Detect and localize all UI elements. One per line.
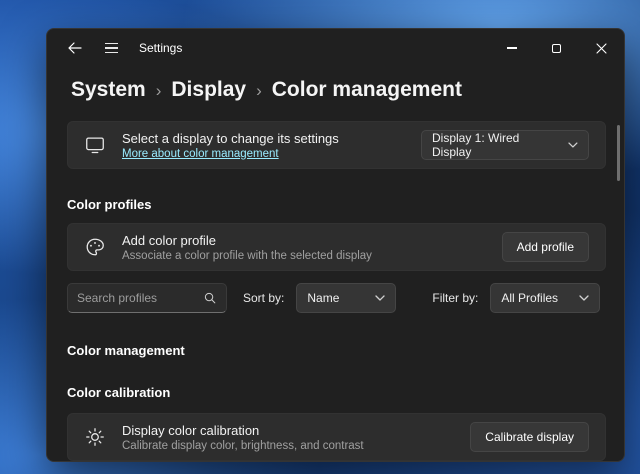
add-profile-button[interactable]: Add profile (501, 232, 589, 262)
desktop-wallpaper: Settings System › Display › Color manage… (0, 0, 640, 474)
add-profile-title: Add color profile (122, 232, 216, 248)
close-icon (596, 42, 607, 54)
chevron-down-icon (568, 142, 578, 148)
search-box[interactable] (67, 283, 227, 313)
more-about-color-management-link[interactable]: More about color management (122, 148, 339, 160)
minimize-button[interactable] (489, 29, 534, 67)
search-input[interactable] (77, 291, 203, 305)
settings-window: Settings System › Display › Color manage… (46, 28, 625, 462)
back-icon (68, 42, 82, 54)
back-button[interactable] (59, 34, 91, 62)
brightness-icon (86, 428, 104, 446)
minimize-icon (506, 47, 517, 49)
filter-dropdown[interactable]: All Profiles (490, 283, 601, 313)
display-dropdown[interactable]: Display 1: Wired Display (421, 130, 589, 160)
sort-dropdown[interactable]: Name (296, 283, 397, 313)
calibrate-display-button[interactable]: Calibrate display (470, 422, 589, 452)
breadcrumb-system[interactable]: System (71, 75, 146, 105)
add-profile-description: Associate a color profile with the selec… (122, 249, 372, 262)
display-card-title: Select a display to change its settings (122, 130, 339, 146)
display-dropdown-value: Display 1: Wired Display (432, 131, 520, 159)
color-management-heading: Color management (67, 343, 185, 358)
hamburger-icon (104, 42, 118, 54)
chevron-right-icon: › (155, 80, 162, 100)
profiles-toolbar: Sort by: Name Filter by: All Profiles (67, 283, 606, 313)
sort-by-label: Sort by: (243, 291, 285, 305)
chevron-right-icon: › (256, 80, 262, 100)
menu-button[interactable] (95, 34, 127, 62)
calibration-title: Display color calibration (122, 422, 260, 438)
breadcrumb-display[interactable]: Display (171, 75, 246, 105)
calibration-description: Calibrate display color, brightness, and… (122, 439, 364, 452)
monitor-icon (86, 137, 104, 154)
calibration-card: Display color calibration Calibrate disp… (67, 413, 606, 461)
filter-by-label: Filter by: (432, 291, 479, 305)
breadcrumb: System › Display › Color management (47, 67, 624, 105)
palette-icon (86, 238, 104, 256)
maximize-button[interactable] (534, 29, 579, 67)
color-calibration-heading: Color calibration (67, 385, 171, 400)
window-controls (489, 29, 624, 67)
add-profile-card: Add color profile Associate a color prof… (67, 223, 606, 271)
search-icon (204, 292, 216, 304)
calibration-text: Display color calibration Calibrate disp… (122, 423, 364, 452)
sort-dropdown-value: Name (307, 291, 340, 305)
display-select-card: Select a display to change its settings … (67, 121, 606, 169)
titlebar[interactable]: Settings (47, 29, 624, 67)
maximize-icon (552, 43, 561, 53)
chevron-down-icon (579, 295, 590, 301)
add-profile-text: Add color profile Associate a color prof… (122, 233, 372, 262)
window-title: Settings (139, 41, 183, 55)
scrollbar[interactable] (617, 125, 620, 181)
close-button[interactable] (579, 29, 624, 67)
breadcrumb-current-page: Color management (271, 78, 462, 101)
chevron-down-icon (375, 295, 386, 301)
color-profiles-heading: Color profiles (67, 197, 152, 212)
filter-dropdown-value: All Profiles (501, 291, 559, 305)
settings-content: Select a display to change its settings … (47, 105, 624, 461)
display-card-text: Select a display to change its settings … (122, 131, 339, 160)
